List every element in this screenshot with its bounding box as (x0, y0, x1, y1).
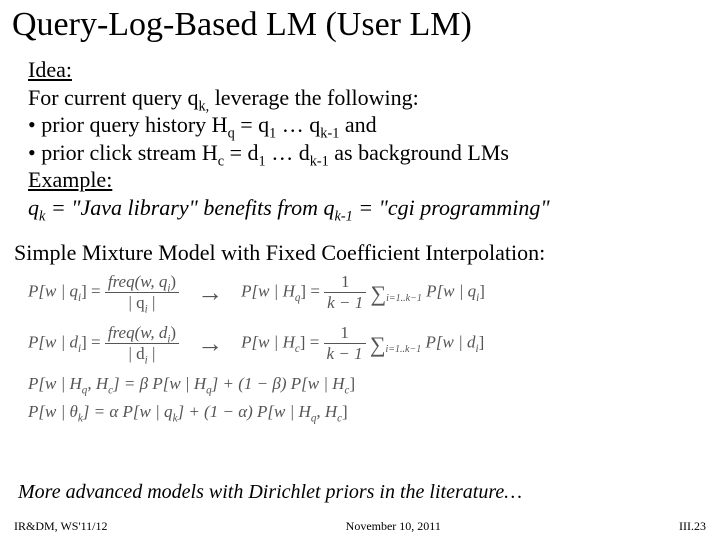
e4b: ] = α P[w | q (83, 402, 173, 421)
idea-b2b: = d (224, 140, 258, 165)
eq-row-1: P[w | qi] = freq(w, qi) | qi | → P[w | H… (28, 272, 698, 313)
footer-center: November 10, 2011 (346, 519, 441, 534)
e1-den-a: | q (129, 293, 145, 312)
slide-title: Query-Log-Based LM (User LM) (12, 6, 472, 44)
idea-b2c: … d (266, 140, 310, 165)
e2-lhs-end: ] = (81, 332, 105, 351)
e1r-a: P[w | H (241, 281, 295, 300)
ex-b: = "Java library" benefits from q (45, 195, 334, 220)
e2-num-a: freq(w, d (108, 323, 168, 342)
ex-c: = "cgi programming" (353, 195, 550, 220)
sigma-icon: ∑ (370, 332, 386, 358)
e4c: ] + (1 − α) P[w | H (177, 402, 310, 421)
e1-sumsub: i=1..k−1 (386, 293, 422, 304)
sigma-icon: ∑ (370, 281, 386, 307)
idea-b1d: and (339, 112, 376, 137)
idea-b1c: … q (276, 112, 320, 137)
e2r-b: ] = (300, 332, 324, 351)
e1-lhs: P[w | q (28, 281, 78, 300)
footer-left: IR&DM, WS'11/12 (14, 519, 108, 534)
e3d: ] + (1 − β) P[w | H (212, 374, 345, 393)
idea-b2s3: k-1 (310, 153, 329, 169)
e4a: P[w | θ (28, 402, 78, 421)
e1-num-b: ) (170, 272, 176, 291)
eq-row-4: P[w | θk] = α P[w | qk] + (1 − α) P[w | … (28, 402, 698, 422)
e2-num-b: ) (170, 323, 176, 342)
e3c: ] = β P[w | H (113, 374, 206, 393)
e1-num-a: freq(w, q (108, 272, 168, 291)
idea-b1b: = q (235, 112, 269, 137)
e1-tail-a: P[w | q (426, 281, 476, 300)
e3b: , H (87, 374, 108, 393)
idea-line1b: leverage the following: (209, 85, 419, 110)
e3a: P[w | H (28, 374, 82, 393)
arrow-icon: → (197, 278, 223, 308)
arrow-icon: → (197, 329, 223, 359)
slide: Query-Log-Based LM (User LM) Idea: For c… (0, 0, 720, 540)
e4e: ] (342, 402, 348, 421)
e1r-b: ] = (300, 281, 324, 300)
ex-a: q (28, 195, 39, 220)
e2-lhs: P[w | d (28, 332, 78, 351)
idea-b2d: as background LMs (329, 140, 509, 165)
e1-tail-b: ] (479, 281, 485, 300)
eq-row-2: P[w | di] = freq(w, di) | di | → P[w | H… (28, 323, 698, 364)
eq-row-3: P[w | Hq, Hc] = β P[w | Hq] + (1 − β) P[… (28, 374, 698, 394)
e1-lhs-end: ] = (81, 281, 105, 300)
ex-s2: k-1 (335, 208, 353, 224)
e2-tail-b: ] (479, 332, 485, 351)
footer-right: III.23 (679, 519, 706, 534)
equation-area: P[w | qi] = freq(w, qi) | qi | → P[w | H… (28, 272, 698, 430)
e1-f2-num: 1 (324, 272, 366, 293)
e2-den-a: | d (129, 344, 145, 363)
idea-b1a: • prior query history H (28, 112, 228, 137)
e2-f2-num: 1 (324, 323, 366, 344)
e1-den-b: | (148, 293, 156, 312)
idea-block: Idea: For current query qk, leverage the… (28, 56, 698, 221)
e2-sumsub: i=1..k−1 (386, 344, 422, 355)
e2r-a: P[w | H (241, 332, 295, 351)
idea-line1a: For current query q (28, 85, 198, 110)
mixture-line: Simple Mixture Model with Fixed Coeffici… (14, 240, 545, 266)
e3e: ] (349, 374, 355, 393)
idea-b2a: • prior click stream H (28, 140, 218, 165)
e2-f2-den: k − 1 (324, 344, 366, 364)
e1-f2-den: k − 1 (324, 293, 366, 313)
footer: IR&DM, WS'11/12 November 10, 2011 III.23 (0, 519, 720, 534)
e2-den-b: | (148, 344, 156, 363)
e2-tail-a: P[w | d (425, 332, 475, 351)
e4d: , H (316, 402, 337, 421)
example-heading: Example: (28, 167, 112, 192)
idea-heading: Idea: (28, 57, 72, 82)
advanced-line: More advanced models with Dirichlet prio… (18, 481, 522, 504)
idea-b2s2: 1 (259, 153, 266, 169)
